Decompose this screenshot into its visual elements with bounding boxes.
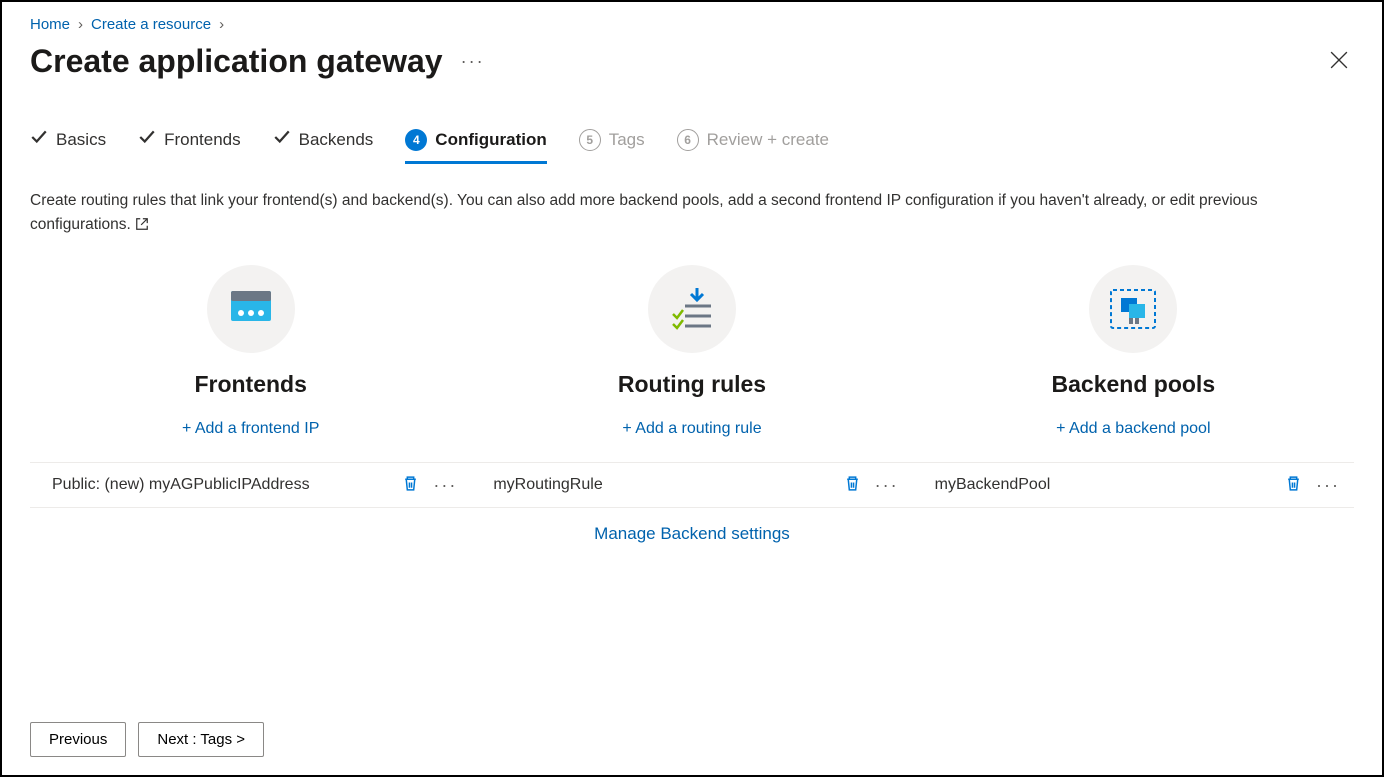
more-icon[interactable]: ··· xyxy=(1316,475,1340,496)
check-icon xyxy=(30,128,48,151)
column-routing-rules: Routing rules + Add a routing rule myRou… xyxy=(471,265,912,544)
backend-pools-icon xyxy=(1089,265,1177,353)
tab-label: Backends xyxy=(299,130,374,150)
delete-button[interactable] xyxy=(842,473,863,497)
page-title: Create application gateway xyxy=(30,43,443,80)
add-backend-pool-link[interactable]: + Add a backend pool xyxy=(1056,420,1210,438)
backend-pool-item-label[interactable]: myBackendPool xyxy=(927,476,1283,494)
step-number: 6 xyxy=(677,129,699,151)
tab-backends[interactable]: Backends xyxy=(273,128,374,164)
frontend-item-label[interactable]: Public: (new) myAGPublicIPAddress xyxy=(44,476,400,494)
wizard-tabs: Basics Frontends Backends 4 Configuratio… xyxy=(30,128,1354,165)
chevron-right-icon: › xyxy=(219,16,224,33)
frontends-icon xyxy=(207,265,295,353)
column-backend-pools: Backend pools + Add a backend pool myBac… xyxy=(913,265,1354,544)
tab-frontends[interactable]: Frontends xyxy=(138,128,241,164)
tab-label: Review + create xyxy=(707,130,829,150)
breadcrumb-create-resource[interactable]: Create a resource xyxy=(91,16,211,33)
more-icon[interactable]: ··· xyxy=(875,475,899,496)
breadcrumb-home[interactable]: Home xyxy=(30,16,70,33)
column-frontends: Frontends + Add a frontend IP Public: (n… xyxy=(30,265,471,544)
trash-icon xyxy=(844,475,861,492)
check-icon xyxy=(273,128,291,151)
step-number: 5 xyxy=(579,129,601,151)
column-title: Backend pools xyxy=(1052,371,1216,398)
column-title: Frontends xyxy=(194,371,306,398)
trash-icon xyxy=(1285,475,1302,492)
manage-backend-settings-link[interactable]: Manage Backend settings xyxy=(594,524,790,544)
next-button[interactable]: Next : Tags > xyxy=(138,722,264,757)
routing-rule-item-row: myRoutingRule ··· xyxy=(471,462,912,508)
step-number: 4 xyxy=(405,129,427,151)
tab-configuration[interactable]: 4 Configuration xyxy=(405,128,546,164)
column-title: Routing rules xyxy=(618,371,766,398)
check-icon xyxy=(138,128,156,151)
tab-basics[interactable]: Basics xyxy=(30,128,106,164)
trash-icon xyxy=(402,475,419,492)
tab-label: Frontends xyxy=(164,130,241,150)
delete-button[interactable] xyxy=(1283,473,1304,497)
description-text: Create routing rules that link your fron… xyxy=(30,189,1354,239)
tab-review-create[interactable]: 6 Review + create xyxy=(677,128,829,164)
chevron-right-icon: › xyxy=(78,16,83,33)
tab-tags[interactable]: 5 Tags xyxy=(579,128,645,164)
routing-rules-icon xyxy=(648,265,736,353)
more-icon[interactable]: ··· xyxy=(461,51,485,72)
wizard-footer: Previous Next : Tags > xyxy=(30,722,264,757)
routing-rule-item-label[interactable]: myRoutingRule xyxy=(485,476,841,494)
frontend-item-row: Public: (new) myAGPublicIPAddress ··· xyxy=(30,462,471,508)
delete-button[interactable] xyxy=(400,473,421,497)
close-icon xyxy=(1330,51,1348,69)
add-routing-rule-link[interactable]: + Add a routing rule xyxy=(622,420,761,438)
add-frontend-ip-link[interactable]: + Add a frontend IP xyxy=(182,420,319,438)
more-icon[interactable]: ··· xyxy=(433,475,457,496)
backend-pool-item-row: myBackendPool ··· xyxy=(913,462,1354,508)
tab-label: Configuration xyxy=(435,130,546,150)
breadcrumb: Home › Create a resource › xyxy=(30,10,1354,43)
previous-button[interactable]: Previous xyxy=(30,722,126,757)
close-button[interactable] xyxy=(1324,45,1354,78)
tab-label: Tags xyxy=(609,130,645,150)
tab-label: Basics xyxy=(56,130,106,150)
external-link-icon[interactable] xyxy=(135,215,149,239)
